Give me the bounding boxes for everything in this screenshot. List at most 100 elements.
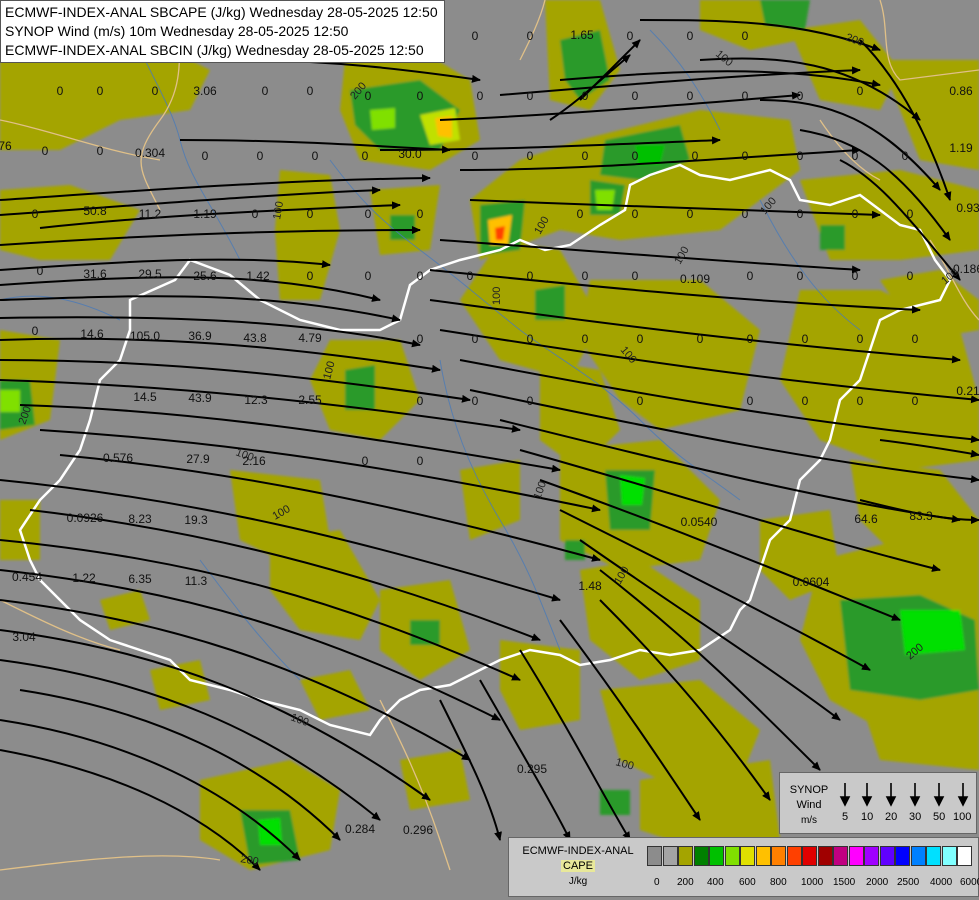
map-value-label: 0 bbox=[912, 394, 919, 408]
map-value-label: 29.5 bbox=[138, 267, 162, 281]
cape-color-swatch bbox=[724, 846, 740, 866]
map-value-label: 0.296 bbox=[403, 823, 433, 837]
cape-color-swatch bbox=[647, 846, 662, 866]
map-value-label: 30.0 bbox=[398, 147, 422, 161]
cape-color-swatch bbox=[879, 846, 895, 866]
speed-tick: 5 bbox=[842, 811, 849, 823]
cape-color-swatch bbox=[910, 846, 926, 866]
map-value-label: 0 bbox=[527, 89, 534, 103]
cape-color-swatch bbox=[926, 846, 941, 866]
speed-tick: 100 bbox=[953, 811, 972, 823]
cape-tick-label: 800 bbox=[770, 877, 787, 888]
map-value-label: 0 bbox=[527, 149, 534, 163]
contour-label: 100 bbox=[491, 287, 503, 305]
cape-color-swatch bbox=[864, 846, 879, 866]
map-value-label: 0 bbox=[747, 269, 754, 283]
map-value-label: 0 bbox=[687, 29, 694, 43]
map-value-label: 8.23 bbox=[128, 512, 152, 526]
map-value-label: 0 bbox=[582, 89, 589, 103]
cape-label: CAPE bbox=[561, 860, 595, 872]
map-value-label: 11.2 bbox=[139, 207, 162, 221]
map-value-label: 0 bbox=[907, 269, 914, 283]
cape-color-swatch bbox=[693, 846, 709, 866]
map-value-label: 0 bbox=[907, 207, 914, 221]
map-value-label: 6.35 bbox=[128, 572, 152, 586]
speed-tick: 50 bbox=[933, 811, 946, 823]
cape-tick-label: 1000 bbox=[801, 877, 824, 888]
map-value-label: 0 bbox=[365, 269, 372, 283]
map-value-label: 0 bbox=[472, 149, 479, 163]
map-value-label: 43.9 bbox=[188, 391, 212, 405]
cape-color-swatch bbox=[817, 846, 833, 866]
map-value-label: 0 bbox=[797, 207, 804, 221]
map-value-label: 0 bbox=[632, 89, 639, 103]
map-value-label: 0 bbox=[202, 149, 209, 163]
map-value-label: 0.576 bbox=[103, 451, 133, 465]
map-header: ECMWF-INDEX-ANAL SBCAPE (J/kg) Wednesday… bbox=[0, 0, 445, 63]
cape-tick-label: 200 bbox=[677, 877, 694, 888]
cape-tick-label: 600 bbox=[739, 877, 756, 888]
map-value-label: 76 bbox=[0, 139, 12, 153]
map-value-label: 3.06 bbox=[193, 84, 217, 98]
cape-color-swatch bbox=[941, 846, 957, 866]
map-value-label: 0 bbox=[307, 84, 314, 98]
map-value-label: 0.0604 bbox=[793, 575, 830, 589]
map-value-label: 0 bbox=[37, 264, 44, 278]
map-value-label: 0 bbox=[697, 332, 704, 346]
map-value-label: 83.3 bbox=[909, 509, 933, 523]
map-value-label: 12.3 bbox=[244, 393, 268, 407]
weather-map: 200 100 100 100 100 100 200 100 200 100 … bbox=[0, 0, 979, 900]
map-value-label: 0 bbox=[527, 29, 534, 43]
map-value-label: 0 bbox=[252, 207, 259, 221]
map-value-label: 4.79 bbox=[298, 331, 322, 345]
map-value-label: 1.22 bbox=[72, 571, 96, 585]
map-value-label: 0 bbox=[747, 332, 754, 346]
map-value-label: 31.6 bbox=[83, 267, 107, 281]
cape-color-swatch bbox=[709, 846, 724, 866]
cape-tick-label: 2000 bbox=[866, 877, 889, 888]
map-value-label: 25.6 bbox=[193, 269, 217, 283]
map-value-label: 0 bbox=[687, 89, 694, 103]
header-line-cape: ECMWF-INDEX-ANAL SBCAPE (J/kg) Wednesday… bbox=[5, 4, 438, 20]
map-value-label: 0 bbox=[852, 149, 859, 163]
map-value-label: 1.42 bbox=[246, 269, 270, 283]
map-value-label: 0 bbox=[797, 89, 804, 103]
map-value-label: 0 bbox=[152, 84, 159, 98]
map-value-label: 36.9 bbox=[188, 329, 212, 343]
map-value-label: 27.9 bbox=[186, 452, 210, 466]
map-value-label: 0.284 bbox=[345, 822, 375, 836]
map-value-label: 0 bbox=[97, 84, 104, 98]
speed-tick: 20 bbox=[885, 811, 898, 823]
cape-color-swatch bbox=[740, 846, 755, 866]
map-value-label: 0 bbox=[417, 332, 424, 346]
cape-tick-label: 4000 bbox=[930, 877, 953, 888]
map-value-label: 0.86 bbox=[949, 84, 973, 98]
map-value-label: 0 bbox=[472, 332, 479, 346]
map-value-label: 0.0540 bbox=[681, 515, 718, 529]
cape-tick-label: 2500 bbox=[897, 877, 920, 888]
synop-legend-label: SYNOP Wind m/s bbox=[786, 783, 832, 828]
map-value-label: 0 bbox=[32, 207, 39, 221]
header-line-cin: ECMWF-INDEX-ANAL SBCIN (J/kg) Wednesday … bbox=[5, 42, 424, 58]
map-value-label: 0 bbox=[742, 149, 749, 163]
cape-color-swatch bbox=[957, 846, 972, 866]
map-value-label: 0 bbox=[857, 84, 864, 98]
cape-tick-label: 1500 bbox=[833, 877, 856, 888]
map-value-label: 0 bbox=[632, 207, 639, 221]
map-value-label: 0 bbox=[797, 269, 804, 283]
map-value-label: 0 bbox=[852, 207, 859, 221]
map-value-label: 0 bbox=[362, 454, 369, 468]
cape-scale-label: ECMWF-INDEX-ANAL CAPE J/kg bbox=[513, 844, 643, 889]
map-value-label: 0 bbox=[42, 144, 49, 158]
map-value-label: 0 bbox=[312, 149, 319, 163]
map-value-label: 0 bbox=[365, 207, 372, 221]
map-value-label: 0 bbox=[852, 269, 859, 283]
cape-color-scale: ECMWF-INDEX-ANAL CAPE J/kg 0 200 400 600 800… bbox=[508, 837, 979, 897]
map-value-label: 43.8 bbox=[243, 331, 267, 345]
map-value-label: 0 bbox=[582, 332, 589, 346]
cape-color-swatch bbox=[755, 846, 771, 866]
map-value-label: 0 bbox=[742, 29, 749, 43]
map-value-label: 0.0926 bbox=[67, 511, 104, 525]
unit-label: m/s bbox=[800, 815, 818, 826]
map-value-label: 0 bbox=[582, 269, 589, 283]
